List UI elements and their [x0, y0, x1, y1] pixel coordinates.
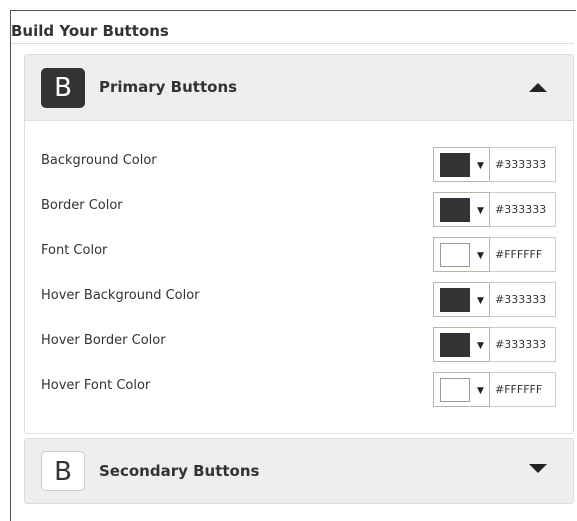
color-dropdown[interactable]: ▼: [433, 327, 490, 362]
secondary-panel-title: Secondary Buttons: [99, 462, 260, 480]
color-swatch: [440, 243, 470, 267]
background-color-label: Background Color: [41, 153, 157, 168]
hover-border-color-label: Hover Border Color: [41, 333, 166, 348]
color-swatch: [440, 333, 470, 357]
triangle-down-icon: ▼: [477, 161, 484, 171]
hex-value-field[interactable]: #333333: [490, 192, 556, 227]
color-swatch: [440, 198, 470, 222]
hover-font-color-label: Hover Font Color: [41, 378, 151, 393]
color-dropdown[interactable]: ▼: [433, 282, 490, 317]
hover-background-color-label: Hover Background Color: [41, 288, 200, 303]
color-dropdown[interactable]: ▼: [433, 237, 490, 272]
triangle-down-icon: ▼: [477, 206, 484, 216]
secondary-buttons-panel: B Secondary Buttons: [24, 438, 574, 504]
primary-badge-icon: B: [41, 68, 85, 108]
triangle-down-icon: ▼: [477, 341, 484, 351]
primary-buttons-panel: B Primary Buttons Background Color ▼ #33…: [24, 54, 574, 434]
primary-panel-title: Primary Buttons: [99, 78, 238, 96]
triangle-down-icon: ▼: [477, 296, 484, 306]
font-color-label: Font Color: [41, 243, 108, 258]
hex-value-field[interactable]: #FFFFFF: [490, 237, 556, 272]
title-divider: [11, 43, 574, 44]
row-hover-font-color: Hover Font Color ▼ #FFFFFF: [25, 372, 573, 423]
triangle-down-icon: ▼: [477, 251, 484, 261]
secondary-badge-icon: B: [41, 451, 85, 491]
hex-value-field[interactable]: #FFFFFF: [490, 372, 556, 407]
primary-buttons-header[interactable]: B Primary Buttons: [25, 55, 573, 121]
color-swatch: [440, 153, 470, 177]
triangle-down-icon: ▼: [477, 386, 484, 396]
section-title: Build Your Buttons: [11, 22, 169, 40]
caret-up-icon[interactable]: [529, 83, 547, 92]
color-swatch: [440, 288, 470, 312]
hex-value-field[interactable]: #333333: [490, 147, 556, 182]
color-swatch: [440, 378, 470, 402]
caret-down-icon[interactable]: [529, 464, 547, 473]
color-dropdown[interactable]: ▼: [433, 192, 490, 227]
color-dropdown[interactable]: ▼: [433, 372, 490, 407]
color-dropdown[interactable]: ▼: [433, 147, 490, 182]
hex-value-field[interactable]: #333333: [490, 327, 556, 362]
secondary-buttons-header[interactable]: B Secondary Buttons: [25, 439, 573, 503]
border-color-label: Border Color: [41, 198, 123, 213]
hex-value-field[interactable]: #333333: [490, 282, 556, 317]
